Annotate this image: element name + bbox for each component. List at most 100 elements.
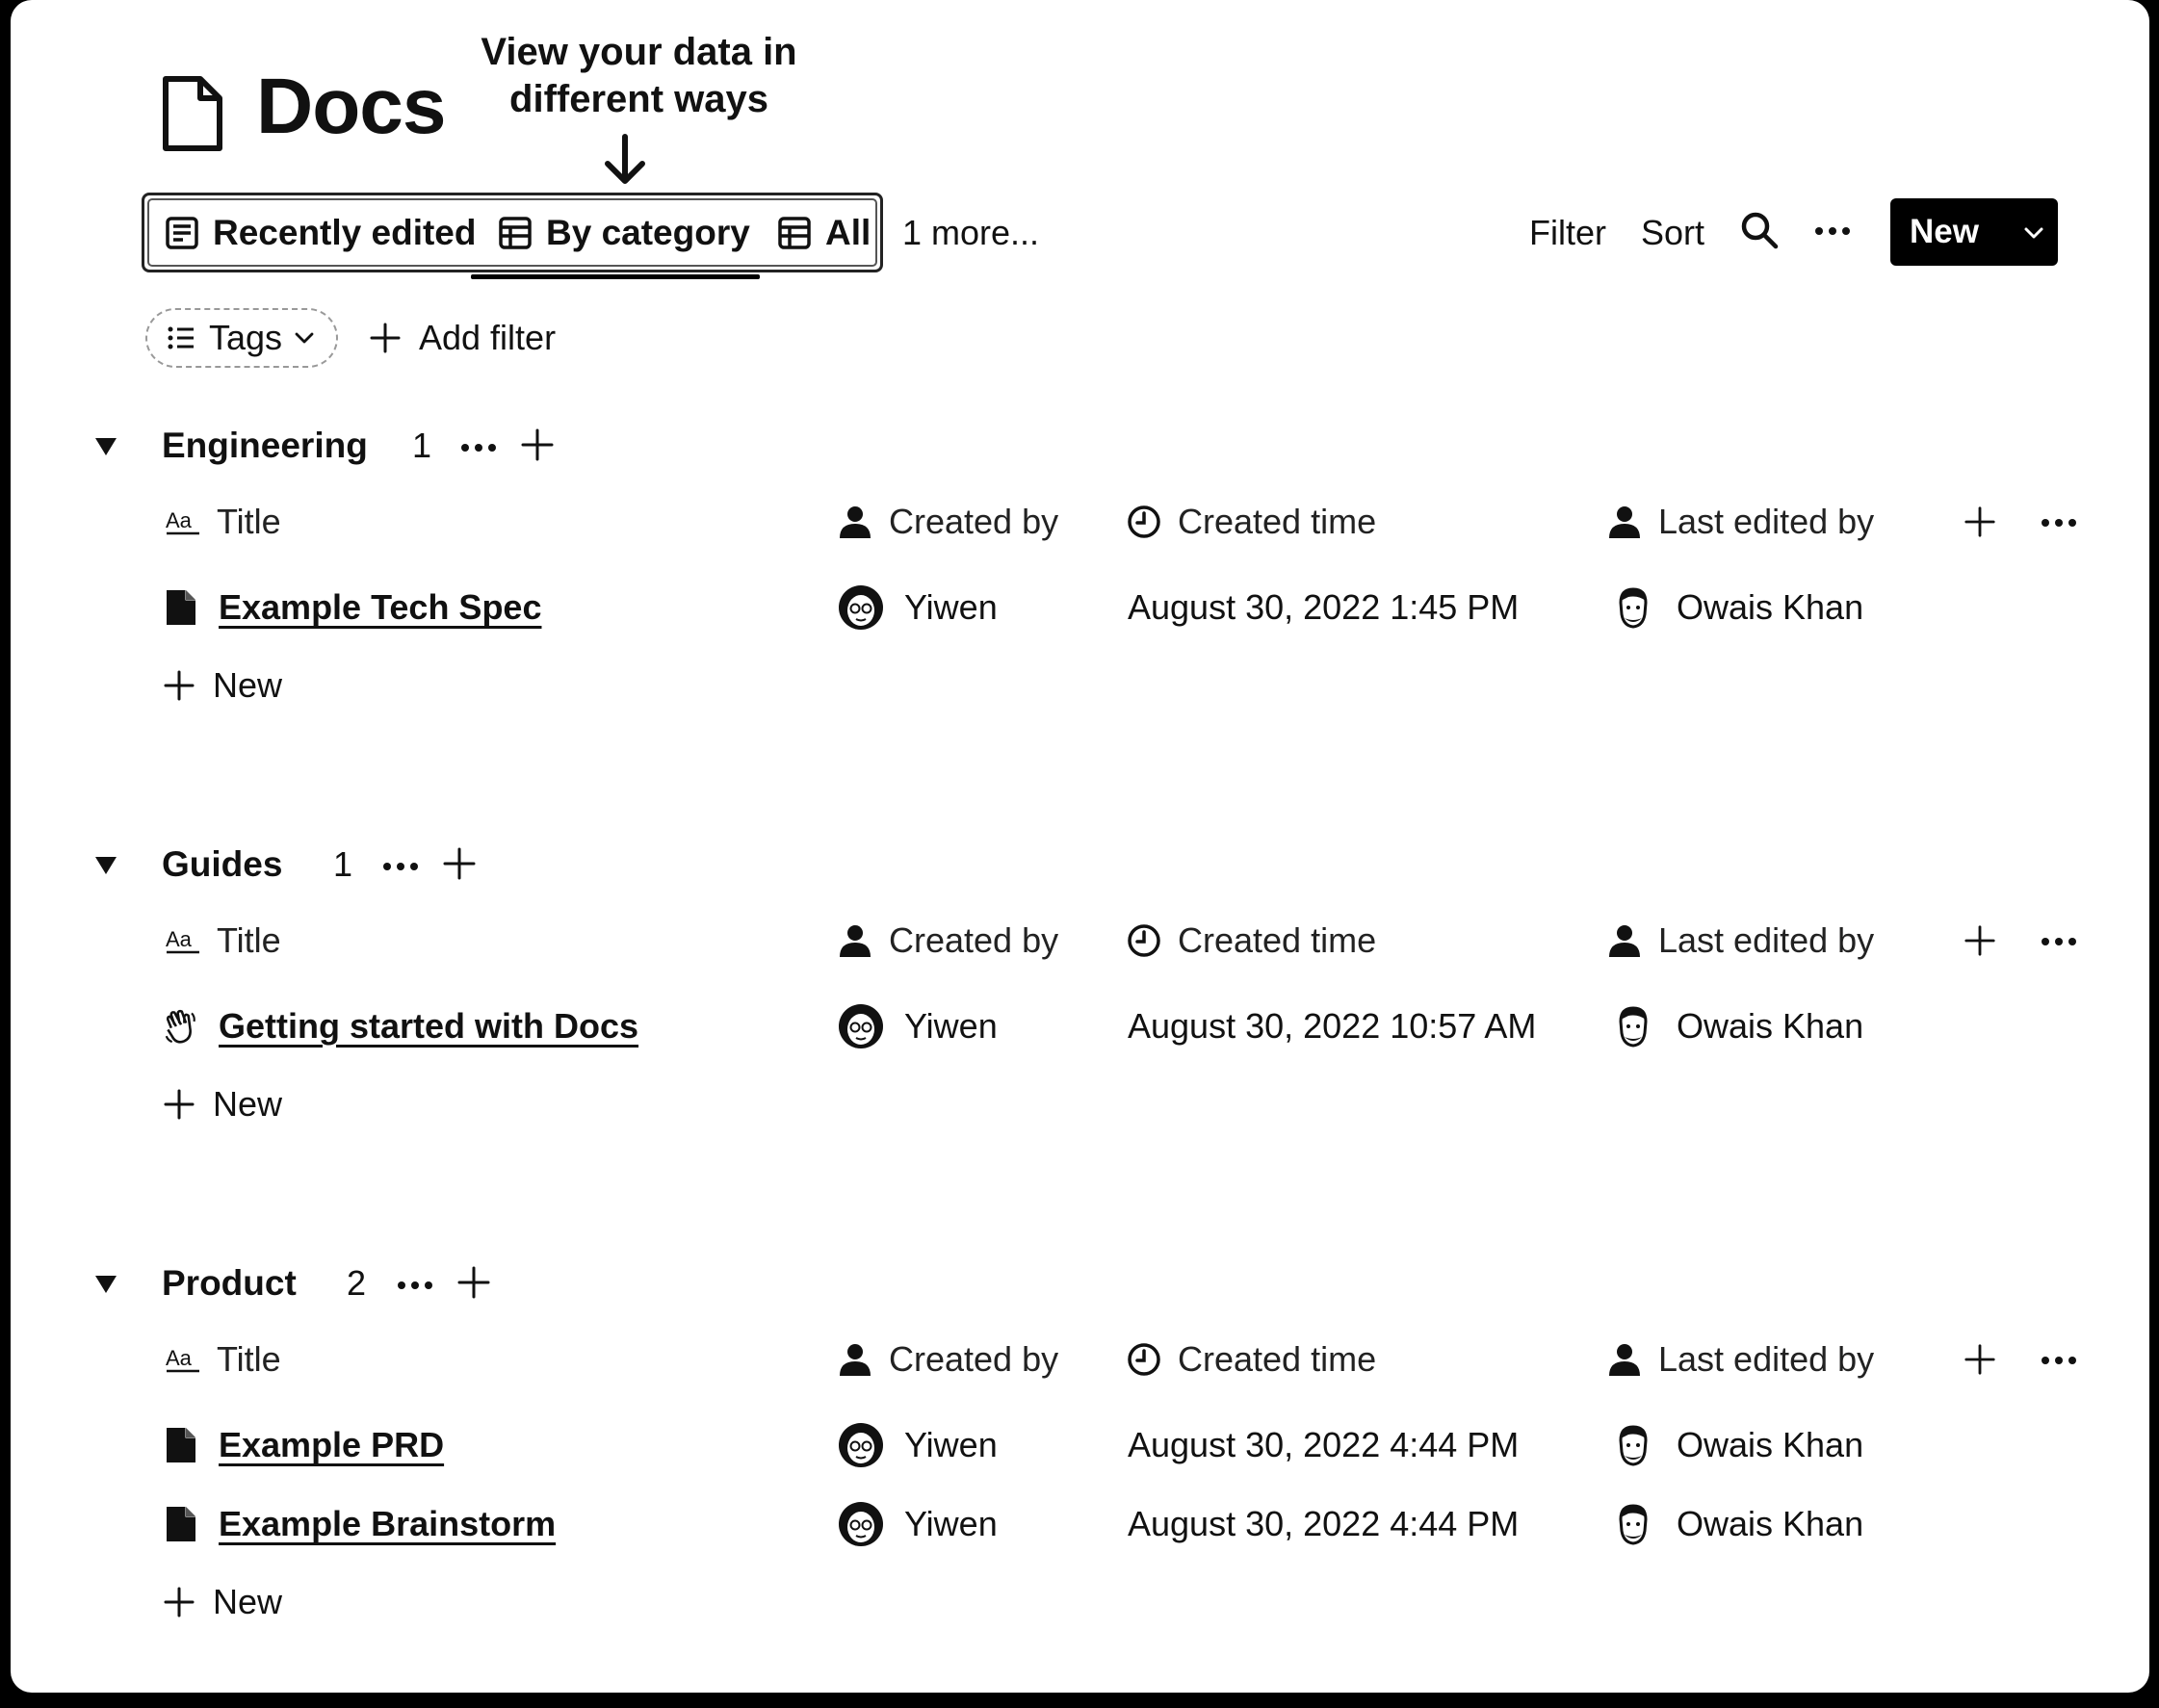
column-header-created-by[interactable]: Created by <box>837 498 1058 546</box>
add-filter-label: Add filter <box>419 318 557 357</box>
column-header-title[interactable]: Aa Title <box>165 1335 281 1384</box>
person-icon <box>1609 506 1640 538</box>
add-row-label: New <box>213 665 283 705</box>
page-title: Docs <box>256 63 447 150</box>
sort-button[interactable]: Sort <box>1641 213 1704 253</box>
add-property-icon[interactable] <box>1964 505 1996 538</box>
arrow-down-icon <box>605 134 645 184</box>
add-property-icon[interactable] <box>1964 1343 1996 1376</box>
add-row-button[interactable]: New <box>163 1578 282 1626</box>
column-header-last-edited-by[interactable]: Last edited by <box>1606 1335 1874 1384</box>
page-link[interactable]: Example PRD <box>219 1425 444 1465</box>
user-name: Yiwen <box>904 1006 998 1046</box>
search-icon[interactable] <box>1740 211 1779 249</box>
callout-annotation: View your data in different ways <box>481 31 797 120</box>
column-label: Created time <box>1178 502 1377 541</box>
list-icon <box>168 326 194 349</box>
tab-all[interactable]: All <box>777 206 871 260</box>
column-header-created-by[interactable]: Created by <box>837 1335 1058 1384</box>
group-options-icon[interactable] <box>459 435 498 460</box>
avatar <box>1619 587 1648 629</box>
table-icon <box>499 217 532 249</box>
plus-icon <box>164 1587 195 1617</box>
user-name: Yiwen <box>904 587 998 627</box>
collapse-triangle-icon[interactable] <box>93 855 118 876</box>
plus-icon <box>164 1089 195 1120</box>
column-label: Last edited by <box>1658 920 1875 960</box>
last-edited-by-cell: Owais Khan <box>1609 1002 1863 1050</box>
tab-by-category[interactable]: By category <box>498 206 750 260</box>
tab-recently-edited[interactable]: Recently edited <box>165 206 476 260</box>
clock-icon <box>1128 505 1160 538</box>
last-edited-by-cell: Owais Khan <box>1609 1421 1863 1469</box>
column-header-last-edited-by[interactable]: Last edited by <box>1606 917 1874 965</box>
add-row-label: New <box>213 1084 283 1124</box>
svg-text:Aa: Aa <box>166 508 193 532</box>
add-to-group-icon[interactable] <box>456 1265 491 1300</box>
last-edited-by-cell: Owais Khan <box>1609 1500 1863 1548</box>
page-link[interactable]: Example Tech Spec <box>219 587 541 628</box>
group-options-icon[interactable] <box>396 1273 434 1298</box>
user-name: Owais Khan <box>1677 1504 1864 1543</box>
created-by-cell: Yiwen <box>837 1500 998 1548</box>
table-row-title: Getting started with Docs <box>165 1002 638 1050</box>
collapse-triangle-icon[interactable] <box>93 436 118 457</box>
column-header-created-by[interactable]: Created by <box>837 917 1058 965</box>
column-header-created-time[interactable]: Created time <box>1126 498 1376 546</box>
column-header-title[interactable]: Aa Title <box>165 498 281 546</box>
document-icon <box>163 76 222 151</box>
add-row-button[interactable]: New <box>163 661 282 710</box>
table-options-icon[interactable] <box>2040 1348 2078 1373</box>
table-options-icon[interactable] <box>2040 510 2078 535</box>
list-view-icon <box>166 217 198 249</box>
tab-label: All <box>825 213 871 252</box>
svg-text:Aa: Aa <box>166 927 193 951</box>
created-time-cell: August 30, 2022 4:44 PM <box>1128 1504 1520 1543</box>
add-row-button[interactable]: New <box>163 1080 282 1128</box>
column-label: Last edited by <box>1658 1339 1875 1379</box>
collapse-triangle-icon[interactable] <box>93 1274 118 1295</box>
tags-label: Tags <box>209 318 283 357</box>
table-options-icon[interactable] <box>2040 929 2078 954</box>
created-by-cell: Yiwen <box>837 583 998 632</box>
new-button[interactable]: New <box>1890 198 2058 266</box>
tags-filter-chip[interactable]: Tags <box>145 308 338 368</box>
person-icon <box>840 506 871 538</box>
person-icon <box>840 1344 871 1376</box>
avatar <box>839 1502 883 1546</box>
docs-window: Docs View your data in different ways Re… <box>11 0 2149 1693</box>
column-label: Last edited by <box>1658 502 1875 541</box>
column-label: Created time <box>1178 920 1377 960</box>
add-to-group-icon[interactable] <box>442 846 477 881</box>
clock-icon <box>1128 924 1160 957</box>
avatar <box>839 1004 883 1048</box>
add-property-icon[interactable] <box>1964 924 1996 957</box>
column-header-title[interactable]: Aa Title <box>165 917 281 965</box>
user-name: Owais Khan <box>1677 587 1864 627</box>
group-name: Guides <box>162 844 283 884</box>
filter-button[interactable]: Filter <box>1529 213 1606 253</box>
created-by-cell: Yiwen <box>837 1421 998 1469</box>
avatar <box>1619 1006 1648 1048</box>
add-to-group-icon[interactable] <box>520 427 555 462</box>
user-name: Owais Khan <box>1677 1425 1864 1464</box>
column-header-created-time[interactable]: Created time <box>1126 917 1376 965</box>
user-name: Owais Khan <box>1677 1006 1864 1046</box>
group-options-icon[interactable] <box>381 854 420 879</box>
created-time-cell: August 30, 2022 4:44 PM <box>1128 1425 1520 1464</box>
page-link[interactable]: Getting started with Docs <box>219 1006 638 1047</box>
page-link[interactable]: Example Brainstorm <box>219 1504 556 1544</box>
column-header-created-time[interactable]: Created time <box>1126 1335 1376 1384</box>
add-row-label: New <box>213 1582 283 1621</box>
column-label: Created by <box>889 920 1059 960</box>
avatar <box>1619 1504 1648 1545</box>
group-count: 1 <box>412 426 432 465</box>
more-options-icon[interactable] <box>1813 217 1852 246</box>
column-label: Created time <box>1178 1339 1377 1379</box>
column-header-last-edited-by[interactable]: Last edited by <box>1606 498 1874 546</box>
add-filter-button[interactable]: Add filter <box>369 318 556 358</box>
more-views-link[interactable]: 1 more... <box>902 213 1039 253</box>
new-button-label: New <box>1910 213 1979 250</box>
group-name: Product <box>162 1263 297 1303</box>
chevron-down-icon[interactable] <box>2023 222 2044 244</box>
